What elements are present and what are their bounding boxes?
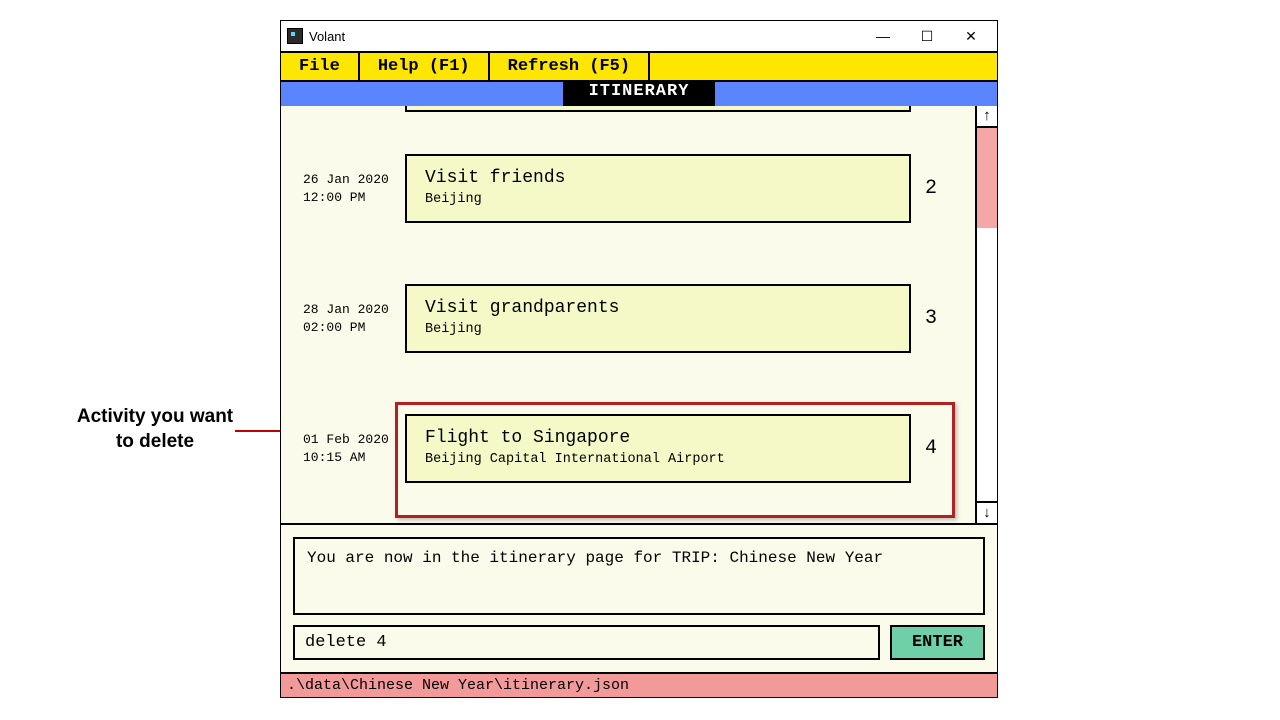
lower-panel: You are now in the itinerary page for TR… bbox=[281, 525, 997, 672]
menu-refresh[interactable]: Refresh (F5) bbox=[490, 53, 650, 80]
command-row: ENTER bbox=[293, 625, 985, 660]
content-row: 26 Jan 2020 12:00 PM Visit friends Beiji… bbox=[281, 106, 997, 525]
header-band: ITINERARY bbox=[281, 82, 997, 106]
entry-date: 01 Feb 2020 bbox=[303, 431, 405, 449]
entry-time: 12:00 PM bbox=[303, 189, 405, 207]
arrow-up-icon: ↑ bbox=[982, 108, 991, 125]
entry-location: Beijing bbox=[425, 322, 891, 337]
status-message: You are now in the itinerary page for TR… bbox=[293, 537, 985, 615]
tab-itinerary[interactable]: ITINERARY bbox=[563, 82, 716, 106]
entry-date: 28 Jan 2020 bbox=[303, 301, 405, 319]
titlebar: Volant — ☐ ✕ bbox=[281, 21, 997, 51]
vertical-scrollbar[interactable]: ↑ ↓ bbox=[975, 106, 997, 523]
entry-title: Visit grandparents bbox=[425, 298, 891, 318]
annotation-label: Activity you want to delete bbox=[50, 405, 260, 454]
app-window: Volant — ☐ ✕ File Help (F1) Refresh (F5)… bbox=[280, 20, 998, 698]
entry-date-col: 26 Jan 2020 12:00 PM bbox=[281, 171, 405, 206]
itinerary-card[interactable]: Visit friends Beijing bbox=[405, 154, 911, 223]
entry-location: Beijing Capital International Airport bbox=[425, 452, 891, 467]
itinerary-card[interactable]: Visit grandparents Beijing bbox=[405, 284, 911, 353]
scroll-thumb[interactable] bbox=[977, 128, 997, 228]
close-button[interactable]: ✕ bbox=[949, 22, 993, 50]
menu-file[interactable]: File bbox=[281, 53, 360, 80]
annotation-line2: to delete bbox=[116, 431, 194, 452]
itinerary-entry: 01 Feb 2020 10:15 AM Flight to Singapore… bbox=[281, 414, 975, 483]
entry-date-col: 28 Jan 2020 02:00 PM bbox=[281, 301, 405, 336]
itinerary-entry: 28 Jan 2020 02:00 PM Visit grandparents … bbox=[281, 284, 975, 353]
entry-date-col: 01 Feb 2020 10:15 AM bbox=[281, 431, 405, 466]
command-input[interactable] bbox=[293, 625, 880, 660]
entry-index: 2 bbox=[911, 177, 951, 200]
path-bar: .\data\Chinese New Year\itinerary.json bbox=[281, 672, 997, 697]
menubar: File Help (F1) Refresh (F5) bbox=[281, 51, 997, 82]
itinerary-entry: 26 Jan 2020 12:00 PM Visit friends Beiji… bbox=[281, 154, 975, 223]
app-icon bbox=[287, 28, 303, 44]
entry-location: Beijing bbox=[425, 192, 891, 207]
cutoff-card bbox=[405, 106, 911, 112]
entry-index: 3 bbox=[911, 307, 951, 330]
entry-title: Visit friends bbox=[425, 168, 891, 188]
entry-title: Flight to Singapore bbox=[425, 428, 891, 448]
window-title: Volant bbox=[309, 29, 345, 44]
enter-button[interactable]: ENTER bbox=[890, 625, 985, 660]
minimize-button[interactable]: — bbox=[861, 22, 905, 50]
entry-time: 02:00 PM bbox=[303, 319, 405, 337]
itinerary-list: 26 Jan 2020 12:00 PM Visit friends Beiji… bbox=[281, 106, 975, 523]
maximize-button[interactable]: ☐ bbox=[905, 22, 949, 50]
scroll-up-button[interactable]: ↑ bbox=[977, 106, 997, 128]
menu-help[interactable]: Help (F1) bbox=[360, 53, 490, 80]
entry-index: 4 bbox=[911, 437, 951, 460]
annotation-line1: Activity you want bbox=[77, 406, 233, 427]
itinerary-card[interactable]: Flight to Singapore Beijing Capital Inte… bbox=[405, 414, 911, 483]
entry-time: 10:15 AM bbox=[303, 449, 405, 467]
scroll-down-button[interactable]: ↓ bbox=[977, 501, 997, 523]
arrow-down-icon: ↓ bbox=[982, 505, 991, 522]
entry-date: 26 Jan 2020 bbox=[303, 171, 405, 189]
scroll-track[interactable] bbox=[977, 128, 997, 501]
